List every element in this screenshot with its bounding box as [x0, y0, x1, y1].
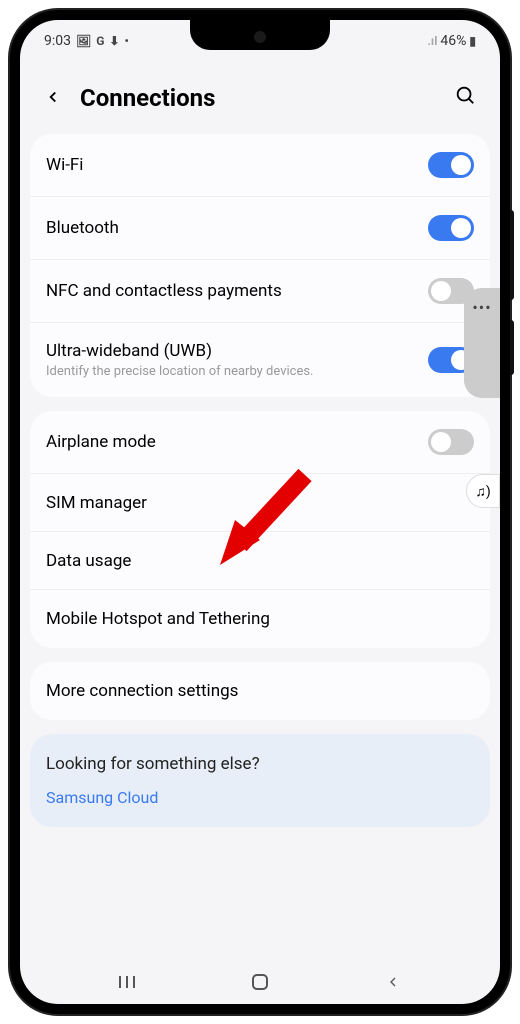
wifi-label: Wi-Fi [46, 155, 420, 175]
signal-icon: .ıl [427, 34, 437, 48]
hotspot-label: Mobile Hotspot and Tethering [46, 609, 466, 629]
airplane-row[interactable]: Airplane mode [30, 411, 490, 474]
battery-icon: ▮ [469, 34, 476, 48]
suggestion-link[interactable]: Samsung Cloud [46, 788, 474, 807]
power-button [510, 320, 514, 375]
header: Connections [20, 56, 500, 134]
battery-pct: 46% [440, 33, 466, 49]
suggestion-title: Looking for something else? [46, 754, 474, 774]
uwb-row[interactable]: Ultra-wideband (UWB) Identify the precis… [30, 323, 490, 397]
more-settings-row[interactable]: More connection settings [30, 662, 490, 720]
google-icon: G [96, 34, 104, 48]
status-left: 9:03 🖼 G ⬇ • [44, 33, 129, 49]
suggestion-card: Looking for something else? Samsung Clou… [30, 734, 490, 827]
settings-group-3: More connection settings [30, 662, 490, 720]
airplane-label: Airplane mode [46, 432, 420, 452]
bluetooth-row[interactable]: Bluetooth [30, 197, 490, 260]
wifi-toggle[interactable] [428, 152, 474, 178]
search-button[interactable] [450, 80, 480, 116]
download-icon: ⬇ [109, 34, 119, 48]
sim-manager-row[interactable]: SIM manager [30, 474, 490, 532]
data-usage-label: Data usage [46, 551, 466, 571]
bluetooth-toggle[interactable] [428, 215, 474, 241]
bluetooth-label: Bluetooth [46, 218, 420, 238]
nfc-label: NFC and contactless payments [46, 281, 420, 301]
wifi-row[interactable]: Wi-Fi [30, 134, 490, 197]
settings-group-2: Airplane mode SIM manager Data usage Mob… [30, 411, 490, 648]
settings-list: Wi-Fi Bluetooth NFC and contactless paym… [20, 134, 500, 720]
gallery-icon: 🖼 [76, 34, 91, 48]
hotspot-row[interactable]: Mobile Hotspot and Tethering [30, 590, 490, 648]
back-nav-button[interactable] [363, 974, 423, 990]
uwb-label: Ultra-wideband (UWB) [46, 341, 420, 361]
screen: 9:03 🖼 G ⬇ • .ıl 46% ▮ Connections [20, 20, 500, 1004]
data-usage-row[interactable]: Data usage [30, 532, 490, 590]
edge-panel-handle[interactable]: ••• [464, 288, 500, 398]
home-button[interactable] [230, 972, 290, 992]
volume-button [510, 210, 514, 300]
nfc-row[interactable]: NFC and contactless payments [30, 260, 490, 323]
back-button[interactable] [40, 80, 66, 116]
edge-panel[interactable]: ••• ♫) [464, 288, 500, 508]
music-bubble-icon[interactable]: ♫) [466, 474, 500, 508]
dot-icon: • [124, 34, 128, 48]
nav-bar [20, 960, 500, 1004]
status-time: 9:03 [44, 33, 71, 49]
phone-frame: 9:03 🖼 G ⬇ • .ıl 46% ▮ Connections [10, 10, 510, 1014]
more-settings-label: More connection settings [46, 681, 466, 701]
settings-group-1: Wi-Fi Bluetooth NFC and contactless paym… [30, 134, 490, 397]
status-right: .ıl 46% ▮ [427, 33, 476, 49]
page-title: Connections [80, 84, 436, 112]
uwb-sub: Identify the precise location of nearby … [46, 364, 420, 379]
sim-manager-label: SIM manager [46, 493, 466, 513]
recents-button[interactable] [97, 974, 157, 990]
notch [190, 20, 330, 50]
